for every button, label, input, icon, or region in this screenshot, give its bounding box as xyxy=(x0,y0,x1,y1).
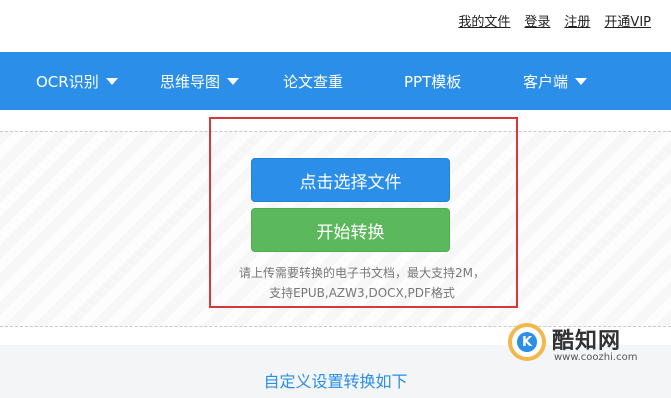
nav-item-label: 论文查重 xyxy=(283,72,344,91)
nav-item-ocr[interactable]: OCR识别 xyxy=(36,52,118,110)
caret-down-icon xyxy=(105,77,118,85)
caret-down-icon xyxy=(227,77,240,85)
main-nav: OCR识别 思维导图 论文查重 PPT模板 客户端 xyxy=(0,52,671,110)
top-bar: 我的文件 登录 注册 开通VIP xyxy=(0,0,671,52)
watermark-logo: K 酷知网 www.coozhi.com xyxy=(508,321,668,369)
nav-item-client[interactable]: 客户端 xyxy=(523,52,588,110)
login-link[interactable]: 登录 xyxy=(524,14,550,32)
logo-icon: K xyxy=(508,323,546,361)
nav-item-label: 客户端 xyxy=(523,72,569,91)
top-links: 我的文件 登录 注册 开通VIP xyxy=(458,14,651,32)
nav-item-label: OCR识别 xyxy=(36,72,99,91)
upload-hint-line2: 支持EPUB,AZW3,DOCX,PDF格式 xyxy=(269,286,455,300)
select-file-button[interactable]: 点击选择文件 xyxy=(251,158,450,202)
watermark-name: 酷知网 xyxy=(552,329,622,354)
nav-item-ppt[interactable]: PPT模板 xyxy=(404,52,461,110)
vip-link[interactable]: 开通VIP xyxy=(604,14,651,32)
register-link[interactable]: 注册 xyxy=(564,14,590,32)
nav-item-mindmap[interactable]: 思维导图 xyxy=(160,52,240,110)
my-files-link[interactable]: 我的文件 xyxy=(458,14,510,32)
nav-item-label: PPT模板 xyxy=(404,72,462,91)
watermark-url: www.coozhi.com xyxy=(554,352,638,363)
nav-item-label: 思维导图 xyxy=(160,72,221,91)
upload-hint-line1: 请上传需要转换的电子书文档，最大支持2M， xyxy=(239,266,485,280)
start-convert-button[interactable]: 开始转换 xyxy=(251,208,450,252)
caret-down-icon xyxy=(575,77,588,85)
settings-section-title: 自定义设置转换如下 xyxy=(263,372,408,391)
nav-item-plagiarism[interactable]: 论文查重 xyxy=(283,52,343,110)
